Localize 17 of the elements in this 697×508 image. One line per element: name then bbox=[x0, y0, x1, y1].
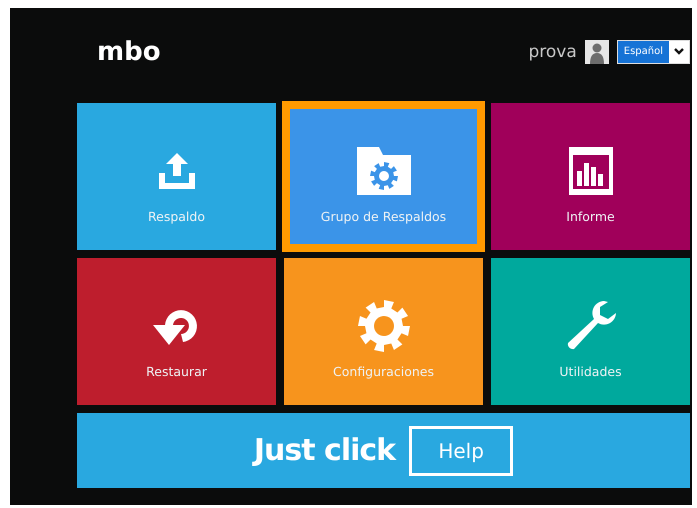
language-dropdown[interactable]: Español bbox=[616, 40, 690, 64]
gear-icon bbox=[356, 299, 410, 353]
folder-gear-icon bbox=[356, 147, 410, 195]
banner-text: Just click bbox=[254, 433, 396, 468]
menu-tile[interactable]: Configuraciones bbox=[284, 258, 483, 405]
user-name: prova bbox=[528, 42, 577, 62]
upload-icon bbox=[156, 151, 196, 191]
menu-tile[interactable]: Restaurar bbox=[77, 258, 276, 405]
avatar-icon[interactable] bbox=[584, 40, 609, 64]
menu-tile[interactable]: Respaldo bbox=[77, 103, 276, 250]
menu-tile[interactable]: Informe bbox=[491, 103, 690, 250]
menu-tile[interactable]: Utilidades bbox=[491, 258, 690, 405]
help-button[interactable]: Help bbox=[409, 426, 514, 476]
caret-icon bbox=[674, 48, 684, 55]
bar-chart-icon bbox=[568, 147, 612, 195]
menu-tile[interactable]: Grupo de Respaldos bbox=[284, 103, 483, 250]
logo: mbo bbox=[97, 36, 161, 66]
